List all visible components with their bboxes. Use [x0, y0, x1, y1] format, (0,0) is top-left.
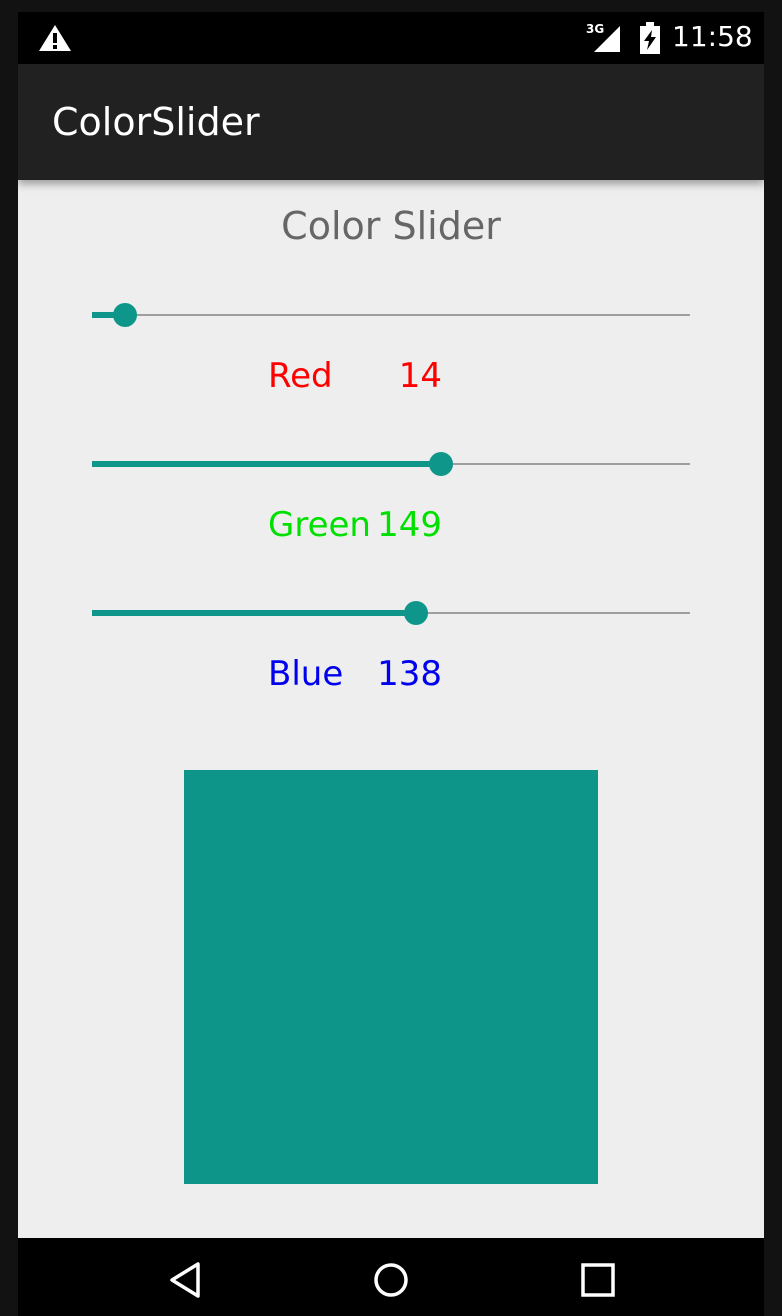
home-icon[interactable]	[371, 1260, 411, 1300]
red-slider[interactable]	[92, 295, 690, 335]
slider-fill	[92, 610, 416, 616]
status-bar: 3G 11:58	[18, 12, 764, 64]
red-value: 14	[398, 356, 442, 396]
green-value: 149	[377, 505, 442, 545]
recents-icon[interactable]	[578, 1260, 618, 1300]
green-label: Green	[268, 505, 371, 545]
red-label-row: Red 14	[268, 356, 468, 400]
blue-label-row: Blue 138	[268, 654, 468, 698]
blue-value: 138	[377, 654, 442, 694]
back-icon[interactable]	[166, 1260, 206, 1300]
color-preview-swatch	[184, 770, 598, 1184]
blue-slider[interactable]	[92, 593, 690, 633]
green-label-row: Green 149	[268, 505, 468, 549]
red-label: Red	[268, 356, 333, 396]
app-bar: ColorSlider	[18, 64, 764, 180]
blue-label: Blue	[268, 654, 344, 694]
slider-thumb[interactable]	[404, 601, 428, 625]
slider-track	[92, 314, 690, 316]
navigation-bar	[18, 1238, 764, 1316]
green-slider[interactable]	[92, 444, 690, 484]
warning-icon	[39, 25, 71, 51]
screen: 3G 11:58 ColorSlider Color Slider Red 14	[18, 12, 764, 1316]
signal-icon	[594, 26, 620, 52]
app-title: ColorSlider	[52, 100, 260, 144]
slider-fill	[92, 461, 441, 467]
status-clock: 11:58	[672, 20, 753, 53]
slider-thumb[interactable]	[113, 303, 137, 327]
slider-thumb[interactable]	[429, 452, 453, 476]
battery-charging-icon	[640, 22, 660, 54]
page-title: Color Slider	[281, 204, 501, 248]
device-frame: 3G 11:58 ColorSlider Color Slider Red 14	[0, 0, 782, 1316]
